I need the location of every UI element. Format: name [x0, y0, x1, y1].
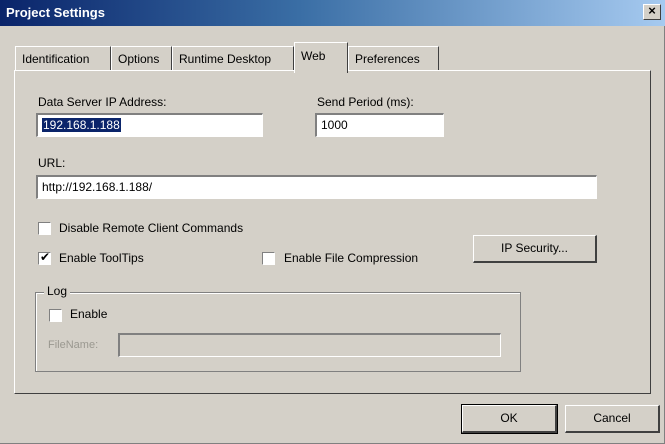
- title-bar: Project Settings ×: [0, 0, 665, 26]
- tab-label: Preferences: [355, 52, 420, 66]
- tab-label: Identification: [22, 52, 90, 66]
- cancel-label: Cancel: [593, 411, 631, 425]
- close-icon: ×: [648, 3, 656, 18]
- tab-label: Options: [118, 52, 160, 66]
- window-title: Project Settings: [6, 5, 105, 20]
- tab-label: Runtime Desktop: [179, 52, 272, 66]
- tab-web[interactable]: Web: [294, 42, 348, 73]
- ok-button[interactable]: OK: [461, 404, 558, 434]
- tab-label: Web: [301, 49, 326, 63]
- tab-identification[interactable]: Identification: [15, 46, 111, 71]
- tab-preferences[interactable]: Preferences: [348, 46, 439, 71]
- project-settings-dialog: Project Settings × Identification Option…: [0, 0, 665, 444]
- web-tab-panel: [14, 70, 651, 394]
- tab-runtime-desktop[interactable]: Runtime Desktop: [172, 46, 294, 71]
- ok-label: OK: [500, 411, 518, 425]
- cancel-button[interactable]: Cancel: [565, 405, 660, 433]
- tab-options[interactable]: Options: [111, 46, 172, 71]
- close-button[interactable]: ×: [643, 4, 661, 20]
